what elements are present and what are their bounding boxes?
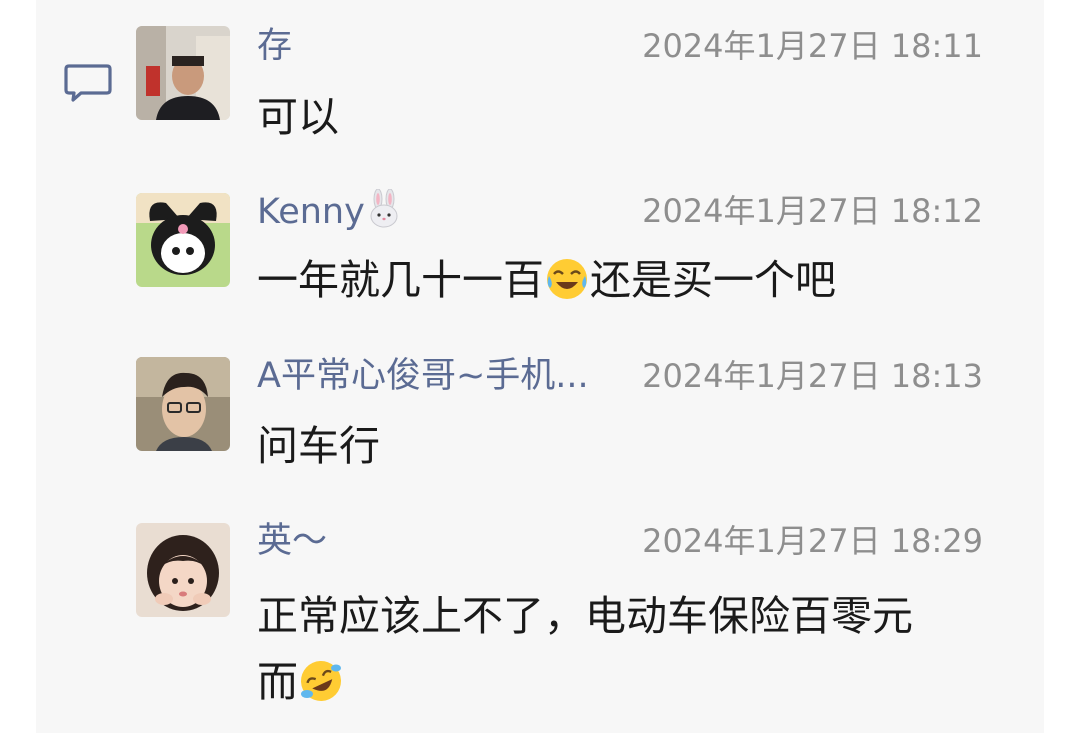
comment-text-part: 一年就几十一百 (257, 256, 544, 304)
commenter-name[interactable]: 存 (257, 24, 292, 68)
avatar[interactable] (136, 193, 230, 287)
comment-icon[interactable] (63, 62, 113, 104)
commenter-name-text: Kenny (257, 192, 365, 232)
comment-time: 2024年1月27日 18:13 (642, 357, 983, 395)
commenter-name[interactable]: A平常心俊哥~手机... (257, 354, 589, 398)
commenter-name[interactable]: Kenny (257, 189, 401, 234)
comment-text-part: 还是买一个吧 (590, 256, 836, 304)
comment-text-part: 而 (257, 658, 298, 706)
comment-time: 2024年1月27日 18:12 (642, 192, 983, 230)
avatar[interactable] (136, 523, 230, 617)
rolling-on-floor-laughing-emoji-icon (301, 661, 341, 701)
comment-time: 2024年1月27日 18:11 (642, 27, 983, 65)
comment-time: 2024年1月27日 18:29 (642, 522, 983, 560)
comment-text-line: 正常应该上不了，电动车保险百零元 (257, 592, 913, 640)
comment-text: 正常应该上不了，电动车保险百零元 而 (257, 583, 997, 715)
tears-of-joy-emoji-icon (547, 259, 587, 299)
comment-text-line: 而 (257, 649, 997, 715)
comment-text: 可以 (257, 93, 339, 141)
avatar[interactable] (136, 26, 230, 120)
avatar[interactable] (136, 357, 230, 451)
commenter-name[interactable]: 英～ (257, 519, 327, 563)
comment-text: 问车行 (257, 422, 380, 470)
bunny-emoji-icon (370, 189, 398, 228)
comment-text: 一年就几十一百 还是买一个吧 (257, 247, 997, 313)
